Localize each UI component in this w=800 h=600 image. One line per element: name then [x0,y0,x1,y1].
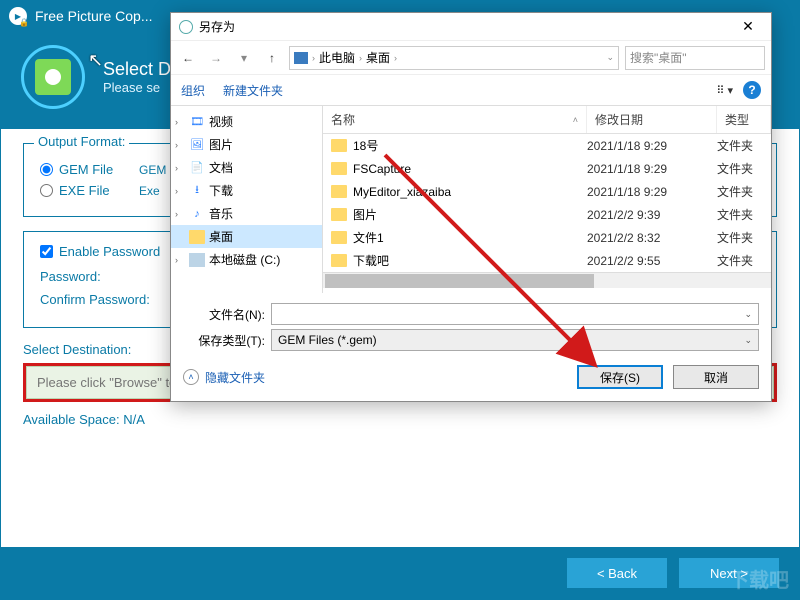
dialog-title: 另存为 [199,18,235,35]
path-box[interactable]: › 此电脑 › 桌面 › ⌄ [289,46,619,70]
pc-icon [294,52,308,64]
tree-item-docs[interactable]: ›📄文档 [171,156,322,179]
horizontal-scrollbar[interactable] [323,272,771,288]
organize-menu[interactable]: 组织 [181,82,205,99]
dialog-titlebar: 另存为 ✕ [171,13,771,41]
file-list[interactable]: 名称˄ 修改日期 类型 18号2021/1/18 9:29文件夹FSCaptur… [323,106,771,293]
next-button[interactable]: Next > [679,558,779,588]
folder-icon [331,254,347,267]
file-rows: 18号2021/1/18 9:29文件夹FSCapture2021/1/18 9… [323,134,771,272]
footer: < Back Next > 下载吧 [1,547,799,599]
file-row[interactable]: 文件12021/2/2 8:32文件夹 [323,226,771,249]
file-row[interactable]: MyEditor_xiazaiba2021/1/18 9:29文件夹 [323,180,771,203]
save-button[interactable]: 保存(S) [577,365,663,389]
folder-icon [331,231,347,244]
page-subtitle: Please se [103,80,171,95]
folder-icon [331,139,347,152]
folder-icon [331,185,347,198]
folder-icon [331,162,347,175]
new-folder-button[interactable]: 新建文件夹 [223,82,283,99]
dialog-fields: 文件名(N): ⌄ 保存类型(T): GEM Files (*.gem)⌄ [171,293,771,357]
file-row[interactable]: 图片2021/2/2 9:39文件夹 [323,203,771,226]
output-format-label: Output Format: [34,134,129,149]
radio-gem-input[interactable] [40,163,53,176]
close-icon[interactable]: ✕ [733,18,763,35]
back-button[interactable]: < Back [567,558,667,588]
filename-label: 文件名(N): [183,306,271,323]
filename-input[interactable]: ⌄ [271,303,759,325]
nav-back-icon[interactable]: ← [177,47,199,69]
enable-password-checkbox[interactable] [40,245,53,258]
view-mode-button[interactable]: ⠿ ▾ [716,84,733,97]
dialog-footer: ˄ 隐藏文件夹 保存(S) 取消 [171,357,771,401]
step-icon [21,45,85,109]
nav-recent-icon[interactable]: ▾ [233,47,255,69]
tree-item-desktop[interactable]: 桌面 [171,225,322,248]
tree-item-pictures[interactable]: ›🖼图片 [171,133,322,156]
search-input[interactable]: 搜索"桌面" [625,46,765,70]
tree-item-downloads[interactable]: ›⭳下载 [171,179,322,202]
dialog-nav: ← → ▾ ↑ › 此电脑 › 桌面 › ⌄ 搜索"桌面" [171,41,771,75]
file-row[interactable]: 18号2021/1/18 9:29文件夹 [323,134,771,157]
dialog-body: ›🎞视频›🖼图片›📄文档›⭳下载›♪音乐桌面›本地磁盘 (C:) 名称˄ 修改日… [171,105,771,293]
available-space: Available Space: N/A [23,412,777,427]
chevron-right-icon: › [359,53,362,63]
file-header[interactable]: 名称˄ 修改日期 类型 [323,106,771,134]
file-row[interactable]: 下载吧2021/2/2 9:55文件夹 [323,249,771,272]
nav-up-icon[interactable]: ↑ [261,47,283,69]
nav-forward-icon[interactable]: → [205,47,227,69]
chevron-up-icon: ˄ [183,369,199,385]
folder-icon [331,208,347,221]
chevron-right-icon: › [312,53,315,63]
app-icon: 🔒 [9,7,27,25]
chevron-down-icon[interactable]: ⌄ [606,52,614,63]
save-as-dialog: 另存为 ✕ ← → ▾ ↑ › 此电脑 › 桌面 › ⌄ 搜索"桌面" 组织 新… [170,12,772,402]
file-row[interactable]: FSCapture2021/1/18 9:29文件夹 [323,157,771,180]
tree-item-music[interactable]: ›♪音乐 [171,202,322,225]
chevron-right-icon: › [394,53,397,63]
tree-item-video[interactable]: ›🎞视频 [171,110,322,133]
dialog-icon [179,20,193,34]
folder-tree[interactable]: ›🎞视频›🖼图片›📄文档›⭳下载›♪音乐桌面›本地磁盘 (C:) [171,106,323,293]
filetype-select[interactable]: GEM Files (*.gem)⌄ [271,329,759,351]
cancel-button[interactable]: 取消 [673,365,759,389]
filetype-label: 保存类型(T): [183,332,271,349]
app-title: Free Picture Cop... [35,8,153,24]
dialog-toolbar: 组织 新建文件夹 ⠿ ▾ ? [171,75,771,105]
tree-item-drive[interactable]: ›本地磁盘 (C:) [171,248,322,271]
help-icon[interactable]: ? [743,81,761,99]
radio-exe-input[interactable] [40,184,53,197]
page-title: Select D [103,59,171,80]
header-text: Select D Please se [103,59,171,95]
hide-folders-link[interactable]: ˄ 隐藏文件夹 [183,369,265,386]
